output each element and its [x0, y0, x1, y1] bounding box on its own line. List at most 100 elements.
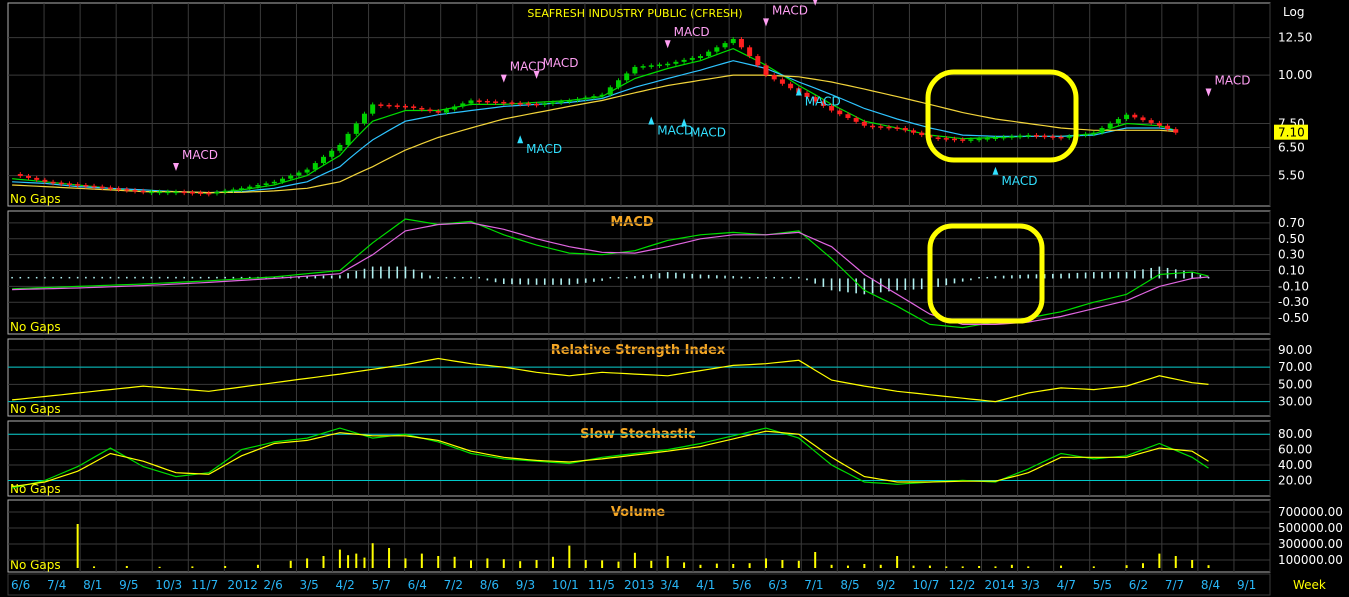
price-candle [66, 183, 72, 185]
price-candle [861, 121, 867, 126]
y-tick-label: 80.00 [1278, 427, 1312, 441]
price-candle [198, 192, 204, 194]
price-candle [58, 182, 64, 185]
date-label: 8/6 [480, 578, 499, 592]
price-candle [247, 186, 253, 189]
price-candle [321, 156, 326, 164]
date-label: 2012 [227, 578, 258, 592]
price-candle [271, 181, 277, 184]
price-candle [337, 144, 343, 151]
price-candle [288, 175, 294, 179]
price-candle [1025, 135, 1031, 137]
price-candle [935, 137, 941, 139]
price-candle [509, 102, 515, 104]
price-candle [919, 132, 925, 136]
price-candle [591, 96, 597, 98]
highlight-circle [927, 223, 1045, 324]
price-candle [1058, 136, 1064, 139]
price-candle [738, 38, 744, 48]
price-candle [714, 47, 720, 52]
price-candle [189, 192, 195, 194]
price-candle [632, 66, 638, 74]
date-label: 8/1 [83, 578, 102, 592]
price-candle [566, 100, 572, 102]
date-label: 11/5 [588, 578, 615, 592]
price-candle [1091, 132, 1097, 135]
price-candle [870, 125, 876, 128]
price-candle [386, 104, 392, 107]
date-label: 9/3 [516, 578, 535, 592]
price-candle [206, 192, 212, 195]
date-label: 10/7 [912, 578, 939, 592]
y-tick-label: 5.50 [1278, 169, 1305, 183]
price-candle [239, 188, 245, 190]
sell-arrow-icon [664, 40, 671, 49]
date-label: 7/4 [47, 578, 66, 592]
date-label: 3/5 [299, 578, 318, 592]
macd-signal-label: MACD [510, 60, 546, 74]
volume-panel[interactable]: Volume No Gaps700000.00500000.00300000.0… [7, 499, 1343, 573]
price-candle [460, 103, 466, 107]
date-label: 7/2 [444, 578, 463, 592]
signal-line [12, 222, 1209, 325]
price-candle [255, 185, 261, 187]
price-panel[interactable]: SEAFRESH INDUSTRY PUBLIC (CFRESH) Log No… [7, 0, 1312, 207]
chart-title: SEAFRESH INDUSTRY PUBLIC (CFRESH) [527, 7, 742, 20]
stock-chart[interactable]: SEAFRESH INDUSTRY PUBLIC (CFRESH) Log No… [0, 0, 1349, 597]
price-candle [878, 126, 884, 128]
price-candle [837, 110, 843, 115]
price-candle [280, 178, 286, 182]
price-candle [730, 38, 736, 44]
price-candle [476, 100, 482, 102]
price-candle [656, 64, 662, 67]
price-candle [25, 175, 31, 178]
y-tick-label: -0.10 [1278, 279, 1309, 293]
date-label: 4/2 [336, 578, 355, 592]
y-tick-label: -0.30 [1278, 295, 1309, 309]
date-label: 3/4 [660, 578, 679, 592]
y-tick-label: 0.30 [1278, 248, 1305, 262]
price-candle [214, 192, 220, 194]
price-candle [83, 185, 89, 187]
macd-signal-label: MACD [1215, 74, 1251, 88]
price-candle [525, 103, 531, 105]
buy-arrow-icon [681, 118, 688, 127]
price-candle [1001, 136, 1007, 139]
price-candle [706, 51, 712, 57]
date-label: 8/5 [840, 578, 859, 592]
y-tick-label: -0.50 [1278, 311, 1309, 325]
price-candle [681, 59, 687, 62]
price-candle [755, 56, 761, 66]
price-candle [1107, 123, 1113, 129]
price-candle [17, 174, 23, 176]
date-label: 8/4 [1201, 578, 1220, 592]
y-tick-label: 300000.00 [1278, 537, 1343, 551]
date-label: 5/6 [732, 578, 751, 592]
price-candle [419, 107, 425, 110]
price-candle [886, 126, 892, 129]
price-candle [132, 189, 138, 192]
price-candle [148, 191, 154, 194]
macd-panel[interactable]: MACD No Gaps0.700.500.300.10-0.10-0.30-0… [7, 210, 1309, 335]
price-candle [378, 104, 384, 106]
price-candle [230, 189, 236, 192]
price-candle [984, 138, 990, 140]
price-candle [673, 61, 679, 64]
price-candle [747, 47, 753, 57]
price-candle [779, 79, 785, 84]
price-candle [493, 101, 499, 103]
rsi-panel[interactable]: Relative Strength Index No Gaps 90.00 70.0… [7, 338, 1312, 417]
date-label: 6/3 [768, 578, 787, 592]
stochastic-panel[interactable]: Slow Stochastic No Gaps80.0060.0040.0020… [7, 420, 1312, 497]
scale-label: Log [1283, 5, 1304, 19]
price-candle [173, 191, 179, 194]
macd-signal-label: MACD [1001, 174, 1037, 188]
price-candle [722, 43, 728, 48]
price-candle [222, 190, 228, 193]
price-candle [1132, 114, 1138, 118]
price-candle [116, 188, 122, 190]
price-candle [534, 103, 540, 106]
y-tick-label: 20.00 [1278, 473, 1312, 487]
price-candle [402, 105, 408, 108]
date-label: 4/1 [696, 578, 715, 592]
